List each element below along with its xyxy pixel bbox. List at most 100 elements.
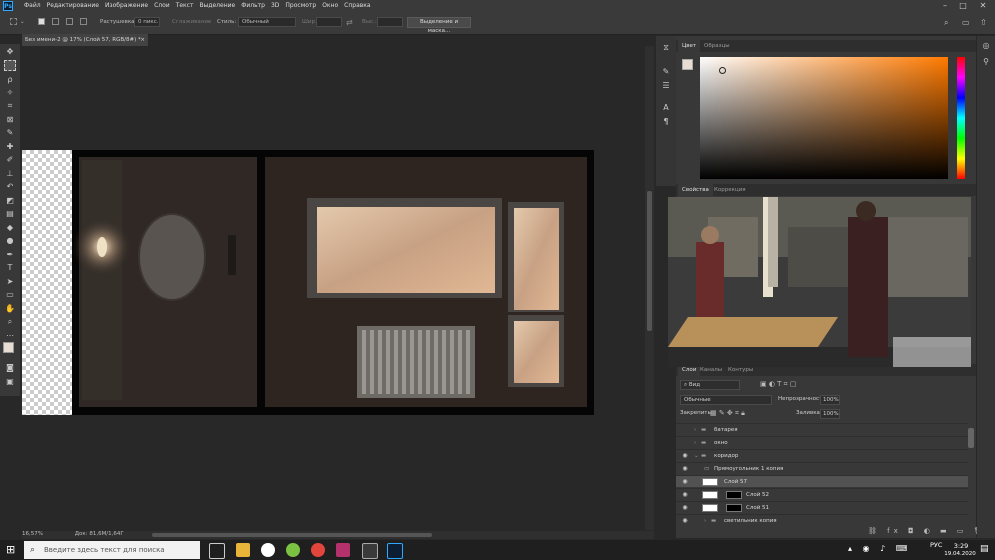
- close-window-button[interactable]: ✕: [976, 0, 990, 12]
- task-view-icon[interactable]: [209, 543, 225, 559]
- pen-tool-icon[interactable]: ✒: [4, 249, 16, 260]
- dodge-tool-icon[interactable]: ●: [4, 235, 16, 246]
- type-tool-icon[interactable]: T: [4, 262, 16, 273]
- layer-mask-thumbnail[interactable]: [726, 504, 742, 512]
- language-indicator[interactable]: РУС: [930, 541, 942, 549]
- fill-input[interactable]: 100%: [820, 409, 840, 419]
- screen-mode-icon[interactable]: ▣: [4, 376, 16, 387]
- eye-icon[interactable]: ◉: [681, 491, 689, 499]
- layers-scrollbar-thumb[interactable]: [968, 428, 974, 448]
- marquee-tool-icon[interactable]: [10, 18, 17, 25]
- expand-arrow-icon[interactable]: ›: [694, 424, 696, 436]
- lasso-tool-icon[interactable]: ρ: [4, 74, 16, 85]
- layer-mask-thumbnail[interactable]: [726, 491, 742, 499]
- clone-stamp-tool-icon[interactable]: ⊥: [4, 168, 16, 179]
- antialias-checkbox[interactable]: Сглаживание: [172, 17, 211, 28]
- scrollbar-thumb[interactable]: [647, 191, 652, 331]
- expand-arrow-icon[interactable]: ›: [704, 515, 706, 527]
- paragraph-icon[interactable]: ¶: [660, 116, 672, 127]
- notifications-icon[interactable]: ▤: [980, 544, 989, 554]
- color-picker-field[interactable]: [700, 57, 948, 179]
- lock-icons[interactable]: ▦ ✎ ✥ ⌗ 🔒︎: [710, 409, 745, 418]
- opacity-input[interactable]: 100%: [820, 395, 840, 405]
- document-canvas[interactable]: [22, 150, 594, 415]
- app-icon[interactable]: [336, 543, 350, 557]
- picker-cursor[interactable]: [719, 67, 726, 74]
- foreground-color-chip[interactable]: [682, 59, 693, 70]
- blend-mode-select[interactable]: Обычные: [680, 395, 772, 405]
- layer-filter-select[interactable]: ⌕ Вид: [680, 380, 740, 390]
- menu-select[interactable]: Выделение: [199, 0, 235, 12]
- hue-slider[interactable]: [957, 57, 965, 179]
- menu-help[interactable]: Справка: [344, 0, 370, 12]
- gradient-tool-icon[interactable]: ▤: [4, 208, 16, 219]
- collapse-arrow-icon[interactable]: ⌄: [694, 450, 699, 462]
- document-tab[interactable]: Без имени-2 @ 17% (Слой 57, RGB/8#) * ×: [22, 34, 148, 46]
- menu-filter[interactable]: Фильтр: [241, 0, 265, 12]
- menu-text[interactable]: Текст: [176, 0, 194, 12]
- add-selection-icon[interactable]: [52, 18, 59, 25]
- history-icon[interactable]: ⧖: [660, 42, 672, 53]
- history-brush-tool-icon[interactable]: ↶: [4, 181, 16, 192]
- frame-tool-icon[interactable]: ⊠: [4, 114, 16, 125]
- intersect-selection-icon[interactable]: [80, 18, 87, 25]
- quick-mask-icon[interactable]: ◙: [4, 362, 16, 373]
- share-icon[interactable]: ⇧: [980, 17, 987, 28]
- photoshop-taskbar-icon[interactable]: [387, 543, 403, 559]
- crop-tool-icon[interactable]: ⌗: [4, 100, 16, 111]
- minimize-button[interactable]: –: [938, 0, 952, 12]
- blur-tool-icon[interactable]: ◆: [4, 222, 16, 233]
- tab-properties[interactable]: Свойства: [678, 184, 713, 196]
- windows-start-icon[interactable]: ⊞: [6, 544, 18, 556]
- brush-settings-icon[interactable]: ✎: [660, 66, 672, 77]
- healing-brush-tool-icon[interactable]: ✚: [4, 141, 16, 152]
- hand-tool-icon[interactable]: ✋: [4, 303, 16, 314]
- app-icon[interactable]: [362, 543, 378, 559]
- eye-icon[interactable]: ◉: [681, 504, 689, 512]
- app-icon[interactable]: [286, 543, 300, 557]
- expand-arrow-icon[interactable]: ›: [694, 437, 696, 449]
- clock-date[interactable]: 19.04.2020: [940, 551, 980, 557]
- height-input[interactable]: [377, 17, 403, 27]
- select-and-mask-button[interactable]: Выделение и маска...: [407, 17, 471, 34]
- new-selection-icon[interactable]: [38, 18, 45, 25]
- menu-image[interactable]: Изображение: [105, 0, 148, 12]
- lightbulb-icon[interactable]: ⚲: [980, 56, 992, 67]
- canvas-vertical-scrollbar[interactable]: [645, 46, 654, 530]
- filter-type-icons[interactable]: ▣ ◐ T ⌗ ▢: [760, 380, 796, 389]
- width-input[interactable]: [316, 17, 342, 27]
- tab-adjustments[interactable]: Коррекция: [710, 184, 750, 196]
- learn-icon[interactable]: ◎: [980, 40, 992, 51]
- swap-icon[interactable]: ⇄: [346, 17, 353, 28]
- search-icon[interactable]: ⌕: [944, 17, 948, 28]
- clock-time[interactable]: 3:29: [946, 542, 976, 550]
- character-icon[interactable]: A: [660, 102, 672, 113]
- move-tool-icon[interactable]: ✥: [4, 46, 16, 57]
- menu-window[interactable]: Окно: [322, 0, 338, 12]
- layer-row-selected[interactable]: ◉ Слой 57: [676, 475, 968, 487]
- layer-row[interactable]: ◉ ▭ Прямоугольник 1 копия: [676, 462, 968, 474]
- tray-icons[interactable]: ▴ ◉ ♪ ⌨: [848, 544, 911, 553]
- layer-footer-icons[interactable]: ⛓ fx ◘ ◐ ▬ ▭ 🗑︎: [868, 527, 987, 535]
- eye-icon[interactable]: ◉: [681, 478, 689, 486]
- close-tab-icon[interactable]: ×: [140, 34, 145, 46]
- layer-row[interactable]: ◉ Слой 51: [676, 501, 968, 513]
- eye-icon[interactable]: ◉: [681, 452, 689, 460]
- eye-icon[interactable]: ◉: [681, 465, 689, 473]
- feather-input[interactable]: 0 пикс.: [134, 17, 160, 27]
- taskbar-search-input[interactable]: ⌕ Введите здесь текст для поиска: [24, 541, 200, 559]
- tab-color[interactable]: Цвет: [678, 40, 701, 52]
- eraser-tool-icon[interactable]: ◩: [4, 195, 16, 206]
- visibility-toggle[interactable]: [681, 426, 689, 434]
- adjust-icon[interactable]: ☰: [660, 80, 672, 91]
- yandex-browser-icon[interactable]: [261, 543, 275, 557]
- menu-layers[interactable]: Слои: [154, 0, 170, 12]
- workspace-icon[interactable]: ▭: [962, 17, 970, 28]
- menu-3d[interactable]: 3D: [271, 0, 279, 12]
- chrome-icon[interactable]: [311, 543, 325, 557]
- foreground-color-swatch[interactable]: [3, 342, 14, 353]
- layer-row[interactable]: ◉ ⌄ ▬ коридор: [676, 449, 968, 461]
- chevron-down-icon[interactable]: ⌄: [20, 17, 25, 28]
- menu-edit[interactable]: Редактирование: [47, 0, 99, 12]
- tab-swatches[interactable]: Образцы: [700, 40, 734, 52]
